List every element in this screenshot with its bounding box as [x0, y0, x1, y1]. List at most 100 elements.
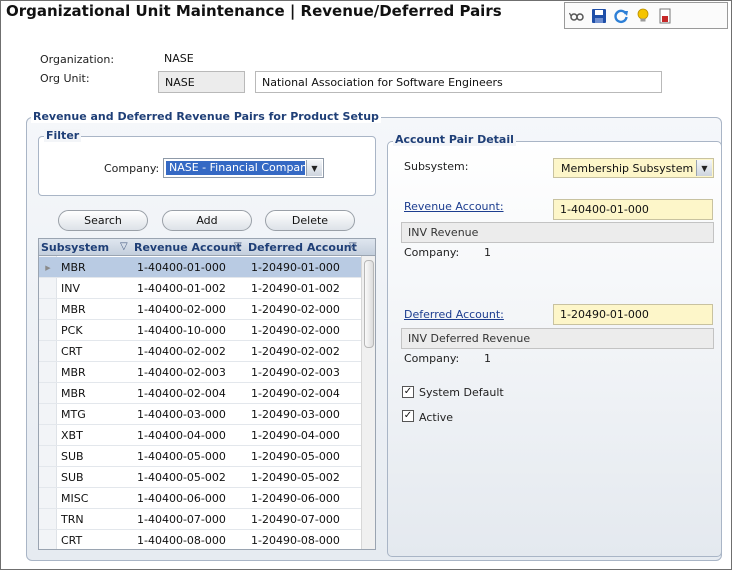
- active-label: Active: [419, 411, 454, 424]
- cell-deferred: 1-20490-03-000: [251, 408, 340, 421]
- cell-deferred: 1-20490-02-004: [251, 387, 340, 400]
- system-default-checkbox[interactable]: ✓: [402, 386, 414, 398]
- cell-revenue: 1-40400-05-002: [137, 471, 226, 484]
- cell-subsystem: MISC: [61, 492, 89, 505]
- revenue-company-value: 1: [484, 246, 491, 259]
- cell-subsystem: CRT: [61, 534, 83, 547]
- table-row[interactable]: CRT 1-40400-02-002 1-20490-02-002: [39, 341, 361, 362]
- cell-revenue: 1-40400-07-000: [137, 513, 226, 526]
- cell-deferred: 1-20490-08-000: [251, 534, 340, 547]
- cell-subsystem: SUB: [61, 450, 84, 463]
- subsystem-label: Subsystem:: [404, 160, 469, 173]
- table-row[interactable]: ▶ MBR 1-40400-01-000 1-20490-01-000: [39, 257, 361, 278]
- page-title: Organizational Unit Maintenance | Revenu…: [6, 2, 502, 20]
- cell-deferred: 1-20490-01-002: [251, 282, 340, 295]
- grid-header: Subsystem ▽ Revenue Account ▽ Deferred A…: [39, 239, 375, 256]
- cell-revenue: 1-40400-06-000: [137, 492, 226, 505]
- cell-subsystem: MBR: [61, 261, 86, 274]
- table-row[interactable]: MTG 1-40400-03-000 1-20490-03-000: [39, 404, 361, 425]
- column-header-subsystem[interactable]: Subsystem: [41, 241, 109, 254]
- system-default-label: System Default: [419, 386, 504, 399]
- org-unit-label: Org Unit:: [40, 72, 90, 85]
- chevron-down-icon[interactable]: ▼: [696, 160, 712, 176]
- cell-subsystem: TRN: [61, 513, 84, 526]
- active-checkbox[interactable]: ✓: [402, 410, 414, 422]
- company-select-value: NASE - Financial Company 1: [166, 161, 305, 175]
- cell-deferred: 1-20490-06-000: [251, 492, 340, 505]
- company-select[interactable]: NASE - Financial Company 1 ▼: [163, 158, 324, 178]
- column-header-deferred-account[interactable]: Deferred Account: [248, 241, 357, 254]
- cell-deferred: 1-20490-05-000: [251, 450, 340, 463]
- filter-funnel-icon[interactable]: ▽: [120, 242, 130, 252]
- org-unit-code-field: NASE: [158, 71, 245, 93]
- delete-button[interactable]: Delete: [265, 210, 355, 231]
- cell-deferred: 1-20490-02-000: [251, 303, 340, 316]
- revenue-account-link[interactable]: Revenue Account:: [404, 200, 504, 213]
- save-icon[interactable]: [591, 8, 607, 24]
- table-row[interactable]: XBT 1-40400-04-000 1-20490-04-000: [39, 425, 361, 446]
- cell-subsystem: MBR: [61, 387, 86, 400]
- filter-funnel-icon[interactable]: ▽: [234, 242, 244, 252]
- organization-label: Organization:: [40, 53, 115, 66]
- cell-deferred: 1-20490-02-003: [251, 366, 340, 379]
- cell-deferred: 1-20490-02-002: [251, 345, 340, 358]
- cell-subsystem: XBT: [61, 429, 83, 442]
- report-icon[interactable]: [657, 8, 673, 24]
- search-button[interactable]: Search: [58, 210, 148, 231]
- cell-revenue: 1-40400-08-000: [137, 534, 226, 547]
- cell-revenue: 1-40400-03-000: [137, 408, 226, 421]
- table-row[interactable]: INV 1-40400-01-002 1-20490-01-002: [39, 278, 361, 299]
- cell-revenue: 1-40400-05-000: [137, 450, 226, 463]
- account-pair-detail-title: Account Pair Detail: [393, 133, 516, 146]
- glasses-icon[interactable]: [569, 8, 585, 24]
- column-header-revenue-account[interactable]: Revenue Account: [134, 241, 242, 254]
- table-row[interactable]: CRT 1-40400-08-000 1-20490-08-000: [39, 530, 361, 549]
- cell-subsystem: SUB: [61, 471, 84, 484]
- pairs-section-title: Revenue and Deferred Revenue Pairs for P…: [31, 110, 381, 123]
- refresh-icon[interactable]: [613, 8, 629, 24]
- table-row[interactable]: TRN 1-40400-07-000 1-20490-07-000: [39, 509, 361, 530]
- filter-title: Filter: [44, 129, 82, 142]
- cell-deferred: 1-20490-02-000: [251, 324, 340, 337]
- cell-subsystem: INV: [61, 282, 80, 295]
- cell-deferred: 1-20490-04-000: [251, 429, 340, 442]
- cell-revenue: 1-40400-02-002: [137, 345, 226, 358]
- cell-deferred: 1-20490-05-002: [251, 471, 340, 484]
- deferred-company-label: Company:: [404, 352, 460, 365]
- table-row[interactable]: SUB 1-40400-05-002 1-20490-05-002: [39, 467, 361, 488]
- table-row[interactable]: SUB 1-40400-05-000 1-20490-05-000: [39, 446, 361, 467]
- table-row[interactable]: MBR 1-40400-02-000 1-20490-02-000: [39, 299, 361, 320]
- company-label: Company:: [104, 162, 160, 175]
- pairs-grid: Subsystem ▽ Revenue Account ▽ Deferred A…: [38, 238, 376, 550]
- cell-revenue: 1-40400-01-002: [137, 282, 226, 295]
- cell-revenue: 1-40400-02-003: [137, 366, 226, 379]
- lightbulb-icon[interactable]: [635, 8, 651, 24]
- revenue-account-input[interactable]: 1-40400-01-000: [553, 199, 713, 220]
- chevron-down-icon[interactable]: ▼: [306, 160, 322, 176]
- table-row[interactable]: MISC 1-40400-06-000 1-20490-06-000: [39, 488, 361, 509]
- cell-revenue: 1-40400-04-000: [137, 429, 226, 442]
- table-row[interactable]: MBR 1-40400-02-003 1-20490-02-003: [39, 362, 361, 383]
- deferred-account-input[interactable]: 1-20490-01-000: [553, 304, 713, 325]
- cell-deferred: 1-20490-07-000: [251, 513, 340, 526]
- cell-subsystem: CRT: [61, 345, 83, 358]
- organization-value: NASE: [164, 52, 194, 65]
- revenue-account-description: INV Revenue: [401, 222, 714, 243]
- table-row[interactable]: MBR 1-40400-02-004 1-20490-02-004: [39, 383, 361, 404]
- filter-funnel-icon[interactable]: ▽: [349, 242, 359, 252]
- cell-subsystem: MBR: [61, 303, 86, 316]
- cell-subsystem: MBR: [61, 366, 86, 379]
- scrollbar-thumb[interactable]: [364, 260, 374, 348]
- deferred-account-link[interactable]: Deferred Account:: [404, 308, 504, 321]
- cell-deferred: 1-20490-01-000: [251, 261, 340, 274]
- subsystem-select-value: Membership Subsystem: [561, 162, 694, 175]
- grid-scrollbar[interactable]: [361, 256, 375, 549]
- deferred-account-description: INV Deferred Revenue: [401, 328, 714, 349]
- toolbar: [564, 2, 728, 29]
- cell-subsystem: PCK: [61, 324, 83, 337]
- subsystem-select[interactable]: Membership Subsystem ▼: [553, 158, 714, 178]
- cell-subsystem: MTG: [61, 408, 86, 421]
- add-button[interactable]: Add: [162, 210, 252, 231]
- revenue-company-label: Company:: [404, 246, 460, 259]
- table-row[interactable]: PCK 1-40400-10-000 1-20490-02-000: [39, 320, 361, 341]
